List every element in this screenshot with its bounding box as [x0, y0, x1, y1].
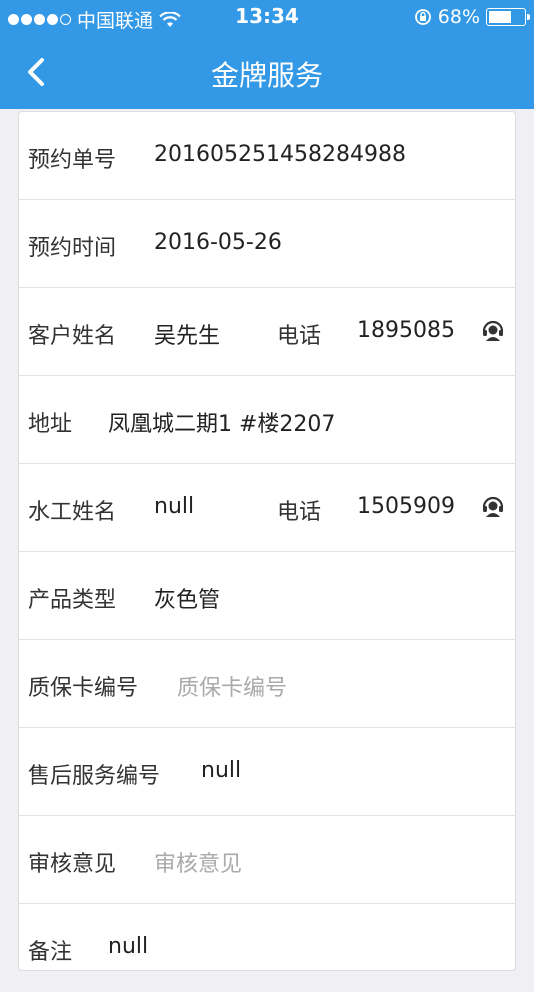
row-service-no: 售后服务编号 null [19, 728, 515, 816]
order-no-value: 201605251458284988 [154, 142, 406, 167]
warranty-card-label: 质保卡编号 [28, 676, 139, 701]
headset-call-icon[interactable] [481, 318, 505, 342]
customer-name-value: 吴先生 [154, 324, 221, 349]
order-detail-card: 预约单号 201605251458284988 预约时间 2016-05-26 … [18, 111, 516, 971]
plumber-name-value: null [154, 494, 195, 519]
service-no-label: 售后服务编号 [28, 764, 161, 789]
row-remark: 备注 null [19, 904, 515, 992]
plumber-phone-value: 1505909 [357, 494, 455, 519]
product-type-label: 产品类型 [28, 588, 117, 613]
order-time-value: 2016-05-26 [154, 230, 282, 255]
customer-name-label: 客户姓名 [28, 324, 117, 349]
battery-percent: 68% [437, 6, 480, 28]
address-label: 地址 [28, 412, 73, 437]
header: 中国联通 13:34 68% 金牌服务 [0, 0, 534, 109]
customer-phone-value: 1895085 [357, 318, 455, 343]
row-plumber: 水工姓名 null 电话 1505909 [19, 464, 515, 552]
row-product-type: 产品类型 灰色管 [19, 552, 515, 640]
order-time-label: 预约时间 [28, 236, 117, 261]
row-warranty-card: 质保卡编号 质保卡编号 [19, 640, 515, 728]
warranty-card-input[interactable]: 质保卡编号 [177, 670, 287, 702]
status-bar: 中国联通 13:34 68% [0, 0, 534, 36]
review-input[interactable]: 审核意见 [154, 846, 242, 878]
row-review: 审核意见 审核意见 [19, 816, 515, 904]
review-label: 审核意见 [28, 852, 117, 877]
remark-label: 备注 [28, 940, 73, 965]
nav-bar: 金牌服务 [0, 36, 534, 109]
remark-value: null [108, 934, 149, 959]
product-type-value: 灰色管 [154, 588, 221, 613]
address-value: 凤凰城二期1 #楼2207 [108, 412, 336, 437]
page-title: 金牌服务 [210, 59, 323, 92]
row-address: 地址 凤凰城二期1 #楼2207 [19, 376, 515, 464]
rotation-lock-icon [414, 9, 431, 25]
row-customer: 客户姓名 吴先生 电话 1895085 [19, 288, 515, 376]
status-right: 68% [414, 6, 530, 28]
plumber-name-label: 水工姓名 [28, 500, 117, 525]
plumber-phone-label: 电话 [277, 500, 322, 525]
service-no-value: null [201, 758, 242, 783]
battery-icon [486, 8, 530, 26]
headset-call-icon[interactable] [481, 494, 505, 518]
customer-phone-label: 电话 [277, 324, 322, 349]
row-order-time: 预约时间 2016-05-26 [19, 200, 515, 288]
order-no-label: 预约单号 [28, 148, 117, 173]
row-order-no: 预约单号 201605251458284988 [19, 112, 515, 200]
